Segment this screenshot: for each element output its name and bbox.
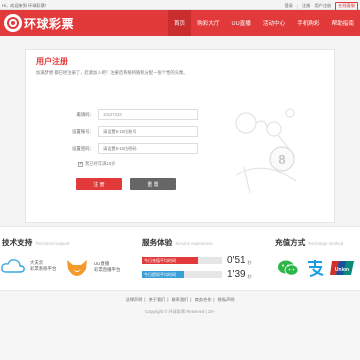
footer-link-contact[interactable]: 联系我们 <box>172 297 189 302</box>
invite-code-input[interactable] <box>98 109 198 120</box>
user-center-link[interactable]: 用户注册 <box>314 3 331 9</box>
nav-item-uu-live[interactable]: UU直播 <box>226 10 257 36</box>
nav-item-events[interactable]: 活动中心 <box>257 10 291 36</box>
logo-text: 环球彩票 <box>24 16 75 31</box>
age-agreement-label: 我已经年满18岁 <box>85 161 116 166</box>
register-card: 用户注册 加满梦想 都已经注册了，赶紧加入吧！注册后系统将随机分配一张个性的头像… <box>25 49 335 223</box>
invite-code-label: 邀请码： <box>76 111 94 117</box>
site-footer: 法律声明 | 关于我们 | 联系我们 | 商务合作 | 隐私声明 Copyright ©… <box>0 290 360 360</box>
deposit-time-label: 今日充值平均时间 <box>144 258 176 264</box>
login-link[interactable]: 登录 <box>285 3 293 9</box>
account-row: 设置账号： <box>26 125 198 138</box>
nav-item-mobile[interactable]: 手机购彩 <box>291 10 325 36</box>
wechat-pay-icon[interactable] <box>277 259 299 277</box>
reset-button[interactable]: 重 置 <box>130 178 176 190</box>
invite-code-row: 邀请码： <box>26 108 198 121</box>
footer-links: 法律声明 | 关于我们 | 联系我们 | 商务合作 | 隐私声明 <box>125 297 235 302</box>
payment-subtitle: Recharge method <box>308 241 344 246</box>
tech-item-cloud-desc: 彩票系统平台 <box>30 266 57 271</box>
nav-item-lottery-hall[interactable]: 购彩大厅 <box>191 10 225 36</box>
features-section: 技术支持 Technical support 大夫云 彩票系统平台 UU直播 彩票… <box>0 226 360 290</box>
copyright-text: Copyright © 环球彩票 Reserved | 18+ <box>145 309 215 314</box>
footer-link-about[interactable]: 关于我们 <box>149 297 166 302</box>
tech-item-cloud[interactable]: 大夫云 彩票系统平台 <box>0 257 56 275</box>
withdraw-time-label: 今日提现平均时间 <box>144 272 176 278</box>
svg-text:Union: Union <box>335 267 349 273</box>
service-row-deposit: 今日充值平均时间 0'51 秒 <box>142 255 252 266</box>
unionpay-icon[interactable]: Union <box>330 260 354 276</box>
svg-text:8: 8 <box>278 152 285 167</box>
withdraw-time-unit: 秒 <box>247 273 252 279</box>
main-nav: 首页 购彩大厅 UU直播 活动中心 手机购彩 帮助指南 <box>167 10 360 36</box>
register-section: 用户注册 加满梦想 都已经注册了，赶紧加入吧！注册后系统将随机分配一张个性的头像… <box>0 36 360 226</box>
payment-heading: 充值方式 Recharge method <box>275 237 343 248</box>
footer-link-privacy[interactable]: 隐私声明 <box>218 297 235 302</box>
service-heading: 服务体验 Service experience <box>142 237 213 248</box>
service-title: 服务体验 <box>142 238 173 247</box>
nav-item-home[interactable]: 首页 <box>167 10 192 36</box>
register-button[interactable]: 注 册 <box>76 178 122 190</box>
tech-item-uu-live[interactable]: UU直播 彩票直播平台 <box>64 257 120 277</box>
footer-link-business[interactable]: 商务合作 <box>195 297 212 302</box>
separator: | <box>296 3 299 9</box>
online-service-label: 在线客服 <box>338 3 355 9</box>
tech-support-heading: 技术支持 Technical support <box>2 237 70 248</box>
withdraw-time-value: 1'39 <box>227 269 246 280</box>
service-subtitle: Service experience <box>175 241 213 246</box>
age-agreement: 我已经年满18岁 <box>78 161 116 167</box>
fox-icon <box>67 260 87 276</box>
deposit-time-value: 0'51 <box>227 255 246 266</box>
register-link[interactable]: 注册 <box>302 3 310 9</box>
account-input[interactable] <box>98 126 198 137</box>
logo-ball-icon <box>4 14 22 32</box>
nav-item-help[interactable]: 帮助指南 <box>326 10 360 36</box>
password-row: 设置密码： <box>26 142 198 155</box>
age-agreement-checkbox[interactable] <box>78 161 83 167</box>
footer-link-legal[interactable]: 法律声明 <box>126 297 143 302</box>
greeting-text: Hi，欢迎来到 环球彩票！ <box>2 2 49 8</box>
top-bar: Hi，欢迎来到 环球彩票！ 登录 | 注册 用户注册 在线客服 <box>0 0 360 11</box>
payment-title: 充值方式 <box>275 238 306 247</box>
site-logo[interactable]: 环球彩票 <box>4 14 74 32</box>
alipay-icon[interactable] <box>305 258 325 278</box>
cloud-icon <box>1 259 25 273</box>
deposit-time-bar: 今日充值平均时间 <box>142 257 222 264</box>
account-label: 设置账号： <box>72 128 94 134</box>
tech-item-uu-live-desc: 彩票直播平台 <box>94 267 121 272</box>
page-title: 用户注册 <box>36 57 68 66</box>
register-description: 加满梦想 都已经注册了，赶紧加入吧！注册后系统将随机分配一张个性的头像。 <box>36 70 188 75</box>
deposit-time-unit: 秒 <box>247 259 252 265</box>
password-label: 设置密码： <box>72 145 94 151</box>
service-row-withdraw: 今日提现平均时间 1'39 秒 <box>142 269 252 280</box>
withdraw-time-bar: 今日提现平均时间 <box>142 271 222 278</box>
password-input[interactable] <box>98 143 198 154</box>
lottery-ball-illustration-icon: 8 <box>235 108 297 194</box>
site-header: 环球彩票 首页 购彩大厅 UU直播 活动中心 手机购彩 帮助指南 <box>0 10 360 36</box>
tech-support-title: 技术支持 <box>2 238 33 247</box>
tech-support-subtitle: Technical support <box>35 241 70 246</box>
